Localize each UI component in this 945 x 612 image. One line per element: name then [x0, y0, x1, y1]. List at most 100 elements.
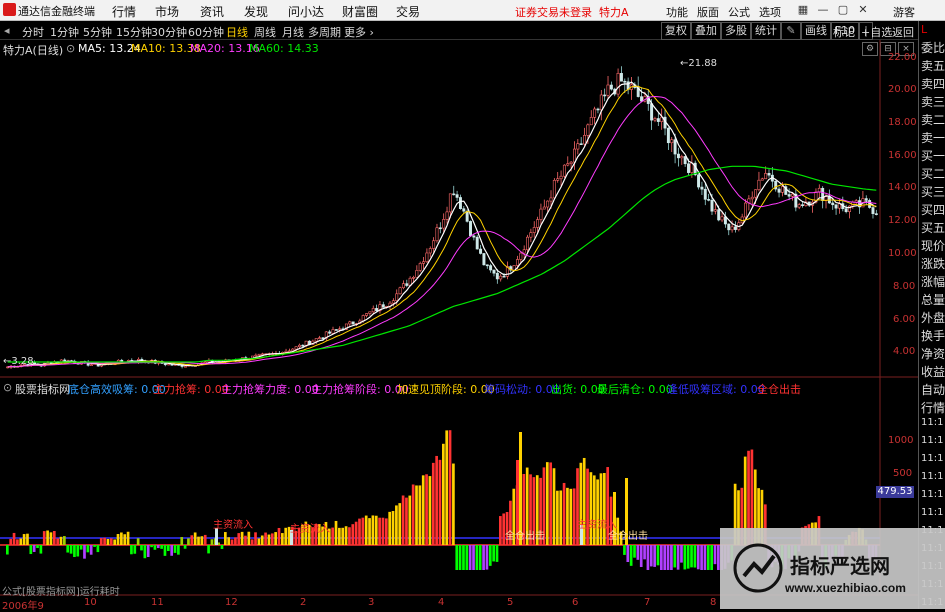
candle-body [640, 96, 644, 102]
candle-body [432, 240, 436, 249]
indicator-bar [411, 484, 415, 545]
sidebar-item[interactable]: 卖四 [921, 75, 945, 92]
sidebar-item[interactable]: 卖三 [921, 93, 945, 110]
indicator-bar [415, 485, 418, 545]
indicator-bar [348, 527, 351, 545]
sidebar-item[interactable]: 委比 [921, 39, 945, 56]
sidebar-item[interactable]: 买四 [921, 201, 945, 218]
indicator-bar [254, 532, 257, 545]
indicator-bar [203, 534, 207, 545]
candle-body [573, 148, 576, 163]
candle-body [46, 362, 50, 364]
candle-body [619, 73, 623, 82]
sidebar-item[interactable]: 卖五 [921, 57, 945, 74]
indicator-bar [12, 532, 16, 545]
indicator-bar [639, 545, 643, 568]
indicator-bar [260, 535, 264, 545]
sidebar-item[interactable]: 买三 [921, 183, 945, 200]
sidebar-item[interactable]: 换手 [921, 327, 945, 344]
sidebar-item[interactable]: 现价 [921, 237, 945, 254]
sidebar-item[interactable]: 净资 [921, 345, 945, 362]
sidebar-item[interactable]: 11:1 [921, 417, 945, 428]
sidebar-item[interactable]: 11:1 [921, 471, 945, 482]
sidebar-item[interactable]: 涨跌 [921, 255, 945, 272]
indicator-bar [183, 545, 187, 549]
indicator-bar [495, 545, 499, 562]
candle-body [871, 207, 875, 214]
sidebar-item[interactable]: 买一 [921, 147, 945, 164]
indicator-item: 底仓高效吸筹: 0.00 [68, 383, 166, 396]
indicator-bar [93, 545, 96, 547]
candle-body [687, 163, 690, 173]
candle-body [559, 175, 563, 180]
candle-body [297, 344, 301, 348]
sidebar-item[interactable]: 外盘 [921, 309, 945, 326]
candle-body [495, 272, 499, 280]
indicator-bar [683, 545, 687, 570]
candle-body [603, 94, 607, 97]
indicator-settings-icon[interactable]: ⊙ [3, 381, 12, 394]
sidebar-item[interactable]: 11:1 [921, 489, 945, 500]
price-chart[interactable] [0, 0, 945, 609]
sidebar-item[interactable]: 行情 [921, 399, 945, 416]
sidebar-item[interactable]: 11:1 [921, 435, 945, 446]
indicator-bar [592, 475, 596, 545]
indicator-bar [673, 545, 677, 568]
quote-sidebar: L 委比 卖五 卖四 卖三 卖二 卖一 买一 买二 买三 买四 买五 现价 涨跌 涨幅 总量 外盘 换手 净资 收益… [918, 21, 945, 609]
candle-body [797, 204, 801, 208]
candle-body [720, 216, 724, 221]
sidebar-item[interactable]: 总量 [921, 291, 945, 308]
candle-body [764, 173, 768, 180]
indicator-bar [562, 482, 566, 545]
signal-main-inflow: 主资流入 [213, 520, 253, 531]
indicator-bar [405, 497, 408, 545]
indicator-bar [646, 545, 650, 570]
price-tick: 14.00 [888, 182, 917, 193]
candle-body [653, 118, 657, 121]
indicator-bar [133, 545, 137, 554]
indicator-bar [83, 545, 86, 559]
indicator-bar [89, 545, 93, 555]
indicator-bar [468, 545, 472, 570]
sidebar-item[interactable]: 自动 [921, 381, 945, 398]
candle-body [754, 189, 758, 198]
sidebar-item[interactable]: 买二 [921, 165, 945, 182]
indicator-bar [267, 534, 271, 545]
indicator-bar [9, 538, 13, 545]
indicator-bar [354, 521, 358, 545]
candle-body [730, 226, 734, 231]
candle-body [744, 202, 747, 218]
indicator-item: 全仓出击 [757, 383, 801, 396]
indicator-bar [153, 545, 157, 550]
sidebar-item[interactable]: 11:1 [921, 507, 945, 518]
price-tick: 6.00 [893, 314, 916, 325]
indicator-bar [56, 538, 59, 545]
indicator-bar [364, 515, 368, 545]
indicator-bar [599, 473, 603, 545]
candle-body [445, 211, 449, 220]
candle-body [874, 213, 878, 215]
sidebar-item[interactable]: 11:1 [921, 453, 945, 464]
indicator-bar [338, 527, 341, 545]
candle-body [254, 354, 258, 357]
candle-body [519, 252, 523, 260]
indicator-bar [545, 462, 549, 545]
indicator-bar [59, 536, 63, 545]
candle-body [599, 94, 603, 111]
sidebar-item[interactable]: 卖二 [921, 111, 945, 128]
indicator-bar [52, 531, 56, 545]
indicator-bar [576, 468, 579, 545]
indicator-bar [458, 545, 462, 570]
indicator-bar [123, 534, 127, 545]
indicator-name[interactable]: 股票指标网 [15, 381, 70, 397]
level-badge: L [921, 23, 928, 36]
indicator-tick: 500 [893, 468, 913, 479]
candle-body [713, 209, 717, 212]
candle-body [569, 161, 573, 164]
sidebar-item[interactable]: 收益 [921, 363, 945, 380]
sidebar-item[interactable]: 买五 [921, 219, 945, 236]
sidebar-item[interactable]: 卖一 [921, 129, 945, 146]
formula-status: 公式[股票指标网]运行耗时 [2, 587, 120, 598]
candle-body [589, 117, 593, 126]
sidebar-item[interactable]: 涨幅 [921, 273, 945, 290]
